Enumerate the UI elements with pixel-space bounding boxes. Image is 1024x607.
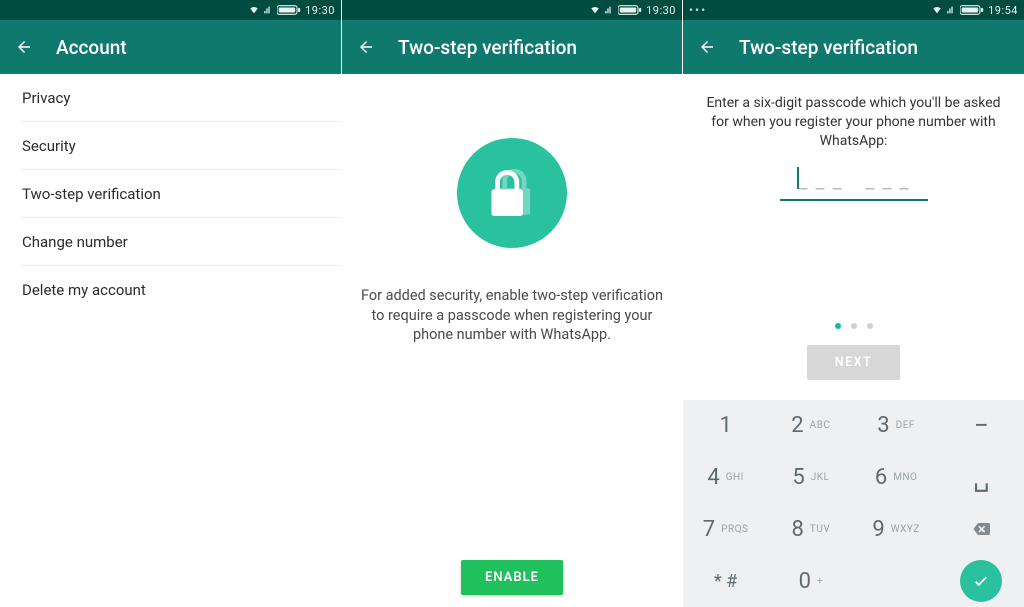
lock-icon (483, 164, 541, 222)
code-slot: _ (799, 169, 808, 193)
battery-icon (960, 5, 984, 15)
settings-list: Privacy Security Two-step verification C… (0, 74, 341, 314)
key-4[interactable]: 4GHI (683, 452, 768, 504)
key-backspace[interactable] (939, 504, 1024, 556)
page-title: Account (56, 36, 127, 59)
key-1[interactable]: 1 (683, 400, 768, 452)
passcode-input[interactable]: _ _ _ _ _ _ (780, 169, 928, 201)
code-slot: _ (816, 169, 825, 193)
code-slot: _ (883, 169, 892, 193)
pager-dot (867, 323, 873, 329)
status-more-icon: ••• (689, 3, 707, 17)
code-slot: _ (866, 169, 875, 193)
account-screen: 19:30 Account Privacy Security Two-step … (0, 0, 341, 607)
list-item-delete-account[interactable]: Delete my account (22, 266, 341, 314)
app-bar: Account (0, 20, 341, 74)
status-time: 19:30 (646, 4, 676, 17)
signal-icon (946, 5, 956, 15)
signal-icon (604, 5, 614, 15)
key-star-hash[interactable]: * # (683, 555, 768, 607)
list-item-change-number[interactable]: Change number (22, 218, 341, 266)
enable-button[interactable]: ENABLE (461, 560, 563, 595)
two-step-code-screen: ••• 19:54 Two-step verification Enter a … (682, 0, 1024, 607)
battery-icon (618, 5, 642, 15)
confirm-fab (960, 560, 1002, 602)
key-5[interactable]: 5JKL (768, 452, 853, 504)
key-2[interactable]: 2ABC (768, 400, 853, 452)
status-bar: 19:30 (0, 0, 341, 20)
backspace-icon (972, 520, 990, 538)
back-icon[interactable] (10, 33, 38, 61)
key-8[interactable]: 8TUV (768, 504, 853, 556)
intro-description: For added security, enable two-step veri… (360, 286, 664, 345)
pager-dot (835, 323, 841, 329)
code-slot: _ (900, 169, 909, 193)
key-6[interactable]: 6MNO (854, 452, 939, 504)
page-title: Two-step verification (398, 36, 577, 59)
instruction-text: Enter a six-digit passcode which you'll … (705, 94, 1002, 151)
wifi-icon (932, 5, 942, 15)
status-bar: ••• 19:54 (683, 0, 1024, 20)
key-minus[interactable]: − (939, 400, 1024, 452)
status-bar: 19:30 (342, 0, 682, 20)
app-bar: Two-step verification (342, 20, 682, 74)
key-confirm[interactable] (939, 555, 1024, 607)
list-item-privacy[interactable]: Privacy (22, 74, 341, 122)
intro-body: For added security, enable two-step veri… (342, 74, 682, 607)
pager-dot (851, 323, 857, 329)
back-icon[interactable] (693, 33, 721, 61)
battery-icon (277, 5, 301, 15)
code-slot: _ (833, 169, 842, 193)
check-icon (972, 572, 990, 590)
key-space[interactable]: ␣ (939, 452, 1024, 504)
wifi-icon (590, 5, 600, 15)
list-item-security[interactable]: Security (22, 122, 341, 170)
signal-icon (263, 5, 273, 15)
page-indicator (705, 323, 1002, 329)
key-3[interactable]: 3DEF (854, 400, 939, 452)
key-empty (854, 555, 939, 607)
app-bar: Two-step verification (683, 20, 1024, 74)
key-7[interactable]: 7PRQS (683, 504, 768, 556)
code-body: Enter a six-digit passcode which you'll … (683, 74, 1024, 380)
key-9[interactable]: 9WXYZ (854, 504, 939, 556)
back-icon[interactable] (352, 33, 380, 61)
key-0[interactable]: 0+ (768, 555, 853, 607)
passcode-group-1: _ _ _ (799, 169, 842, 193)
passcode-group-2: _ _ _ (866, 169, 909, 193)
status-time: 19:54 (988, 4, 1018, 17)
lock-badge (457, 138, 567, 248)
number-keypad: 1 2ABC 3DEF − 4GHI 5JKL 6MNO ␣ 7PRQS 8TU… (683, 400, 1024, 607)
status-time: 19:30 (305, 4, 335, 17)
next-button[interactable]: NEXT (807, 345, 901, 380)
two-step-intro-screen: 19:30 Two-step verification For added se… (341, 0, 682, 607)
page-title: Two-step verification (739, 36, 918, 59)
wifi-icon (249, 5, 259, 15)
list-item-two-step[interactable]: Two-step verification (22, 170, 341, 218)
